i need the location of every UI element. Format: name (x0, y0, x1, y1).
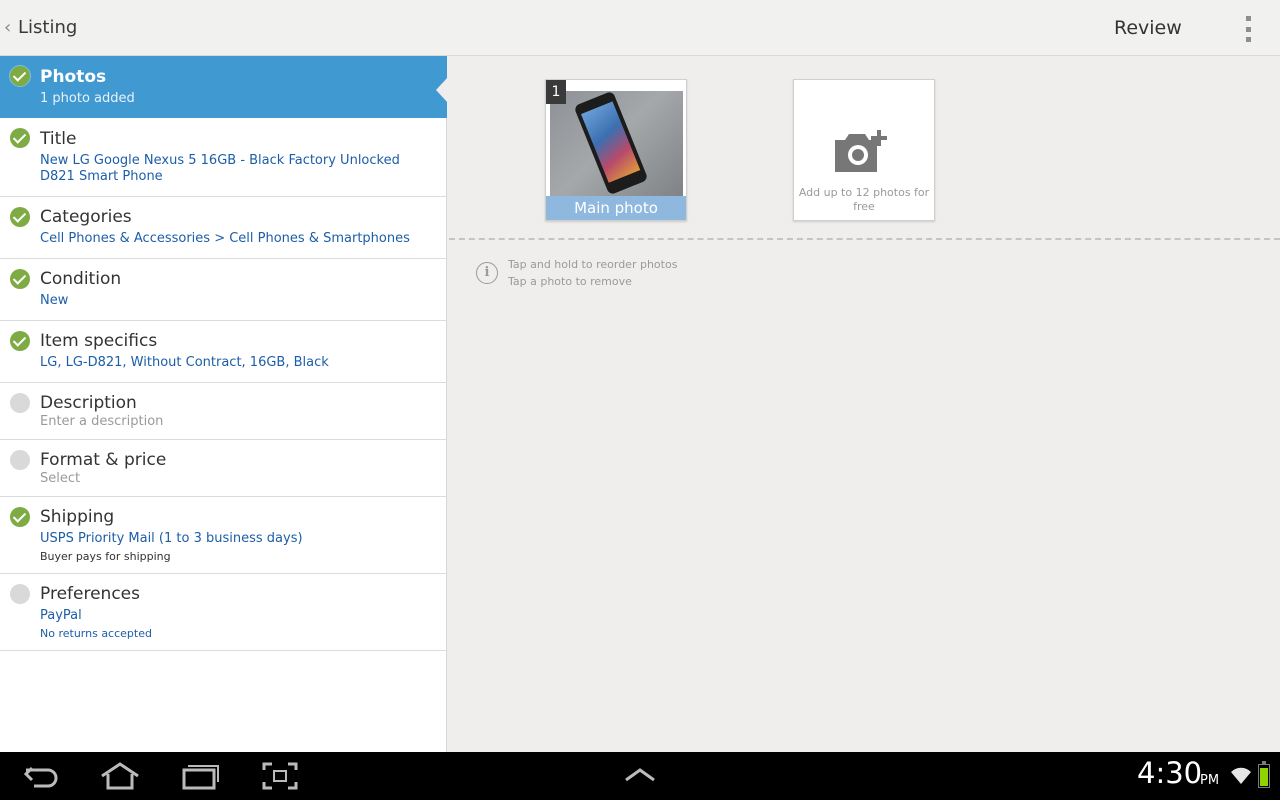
section-value: 1 photo added (40, 91, 135, 106)
section-value: Cell Phones & Accessories > Cell Phones … (40, 231, 410, 246)
section-value: New LG Google Nexus 5 16GB - Black Facto… (40, 153, 400, 184)
selection-indicator (436, 77, 448, 103)
section-value: LG, LG-D821, Without Contract, 16GB, Bla… (40, 355, 329, 370)
review-button[interactable]: Review (1114, 17, 1182, 39)
section-shipping[interactable]: Shipping USPS Priority Mail (1 to 3 busi… (0, 497, 447, 574)
section-value: Enter a description (40, 414, 164, 429)
check-done-icon (10, 66, 30, 86)
check-done-icon (10, 128, 30, 148)
section-value: USPS Priority Mail (1 to 3 business days… (40, 531, 303, 546)
section-title: Categories (40, 207, 132, 227)
section-subvalue: No returns accepted (40, 627, 152, 640)
phone-photo (550, 91, 683, 209)
screenshot-icon[interactable] (260, 762, 300, 790)
recent-apps-icon[interactable] (180, 762, 220, 790)
dashed-divider (449, 238, 1280, 240)
section-title: Format & price (40, 450, 167, 470)
section-description[interactable]: Description Enter a description (0, 383, 447, 440)
add-photo-button[interactable]: Add up to 12 photos for free (793, 79, 935, 221)
section-condition[interactable]: Condition New (0, 259, 447, 321)
back-icon[interactable] (22, 762, 62, 790)
section-title: Shipping (40, 507, 115, 527)
check-done-icon (10, 207, 30, 227)
listing-sections-list: Photos 1 photo added Title New LG Google… (0, 56, 448, 752)
check-done-icon (10, 269, 30, 289)
section-title-field[interactable]: Title New LG Google Nexus 5 16GB - Black… (0, 118, 447, 197)
section-title: Preferences (40, 584, 140, 604)
clock-ampm: PM (1200, 773, 1220, 788)
wifi-icon (1231, 767, 1251, 784)
check-done-icon (10, 507, 30, 527)
section-photos[interactable]: Photos 1 photo added (0, 56, 448, 118)
chevron-up-icon[interactable] (620, 762, 660, 790)
camera-add-icon (835, 130, 887, 172)
section-value: PayPal (40, 608, 82, 623)
page-title: Listing (18, 17, 78, 38)
check-pending-icon (10, 450, 30, 470)
up-navigation[interactable]: ‹ Listing (0, 0, 77, 55)
info-icon: i (476, 262, 498, 284)
check-pending-icon (10, 584, 30, 604)
section-title: Photos (40, 67, 107, 87)
main-photo-tile[interactable]: 1 Main photo (545, 79, 687, 221)
section-title: Condition (40, 269, 122, 289)
section-format-price[interactable]: Format & price Select (0, 440, 447, 497)
section-title: Item specifics (40, 331, 158, 351)
add-photo-text: Add up to 12 photos for free (798, 186, 930, 213)
overflow-menu-icon[interactable] (1240, 16, 1256, 42)
section-value: New (40, 293, 69, 308)
section-title: Title (40, 129, 77, 149)
chevron-left-icon: ‹ (4, 17, 12, 38)
hint-reorder: Tap and hold to reorder photos (508, 258, 678, 271)
section-preferences[interactable]: Preferences PayPal No returns accepted (0, 574, 447, 651)
section-subvalue: Buyer pays for shipping (40, 550, 171, 563)
section-value: Select (40, 471, 81, 486)
section-title: Description (40, 393, 137, 413)
action-bar: ‹ Listing Review (0, 0, 1280, 56)
clock-time: 4:30 (1137, 756, 1203, 790)
section-categories[interactable]: Categories Cell Phones & Accessories > C… (0, 197, 447, 259)
photo-number-badge: 1 (546, 80, 566, 104)
check-pending-icon (10, 393, 30, 413)
section-item-specifics[interactable]: Item specifics LG, LG-D821, Without Cont… (0, 321, 447, 383)
home-icon[interactable] (100, 762, 140, 790)
main-photo-label: Main photo (546, 196, 686, 220)
battery-icon (1258, 761, 1270, 788)
system-navigation-bar: 4:30 PM (0, 752, 1280, 800)
hint-remove: Tap a photo to remove (508, 275, 632, 288)
check-done-icon (10, 331, 30, 351)
